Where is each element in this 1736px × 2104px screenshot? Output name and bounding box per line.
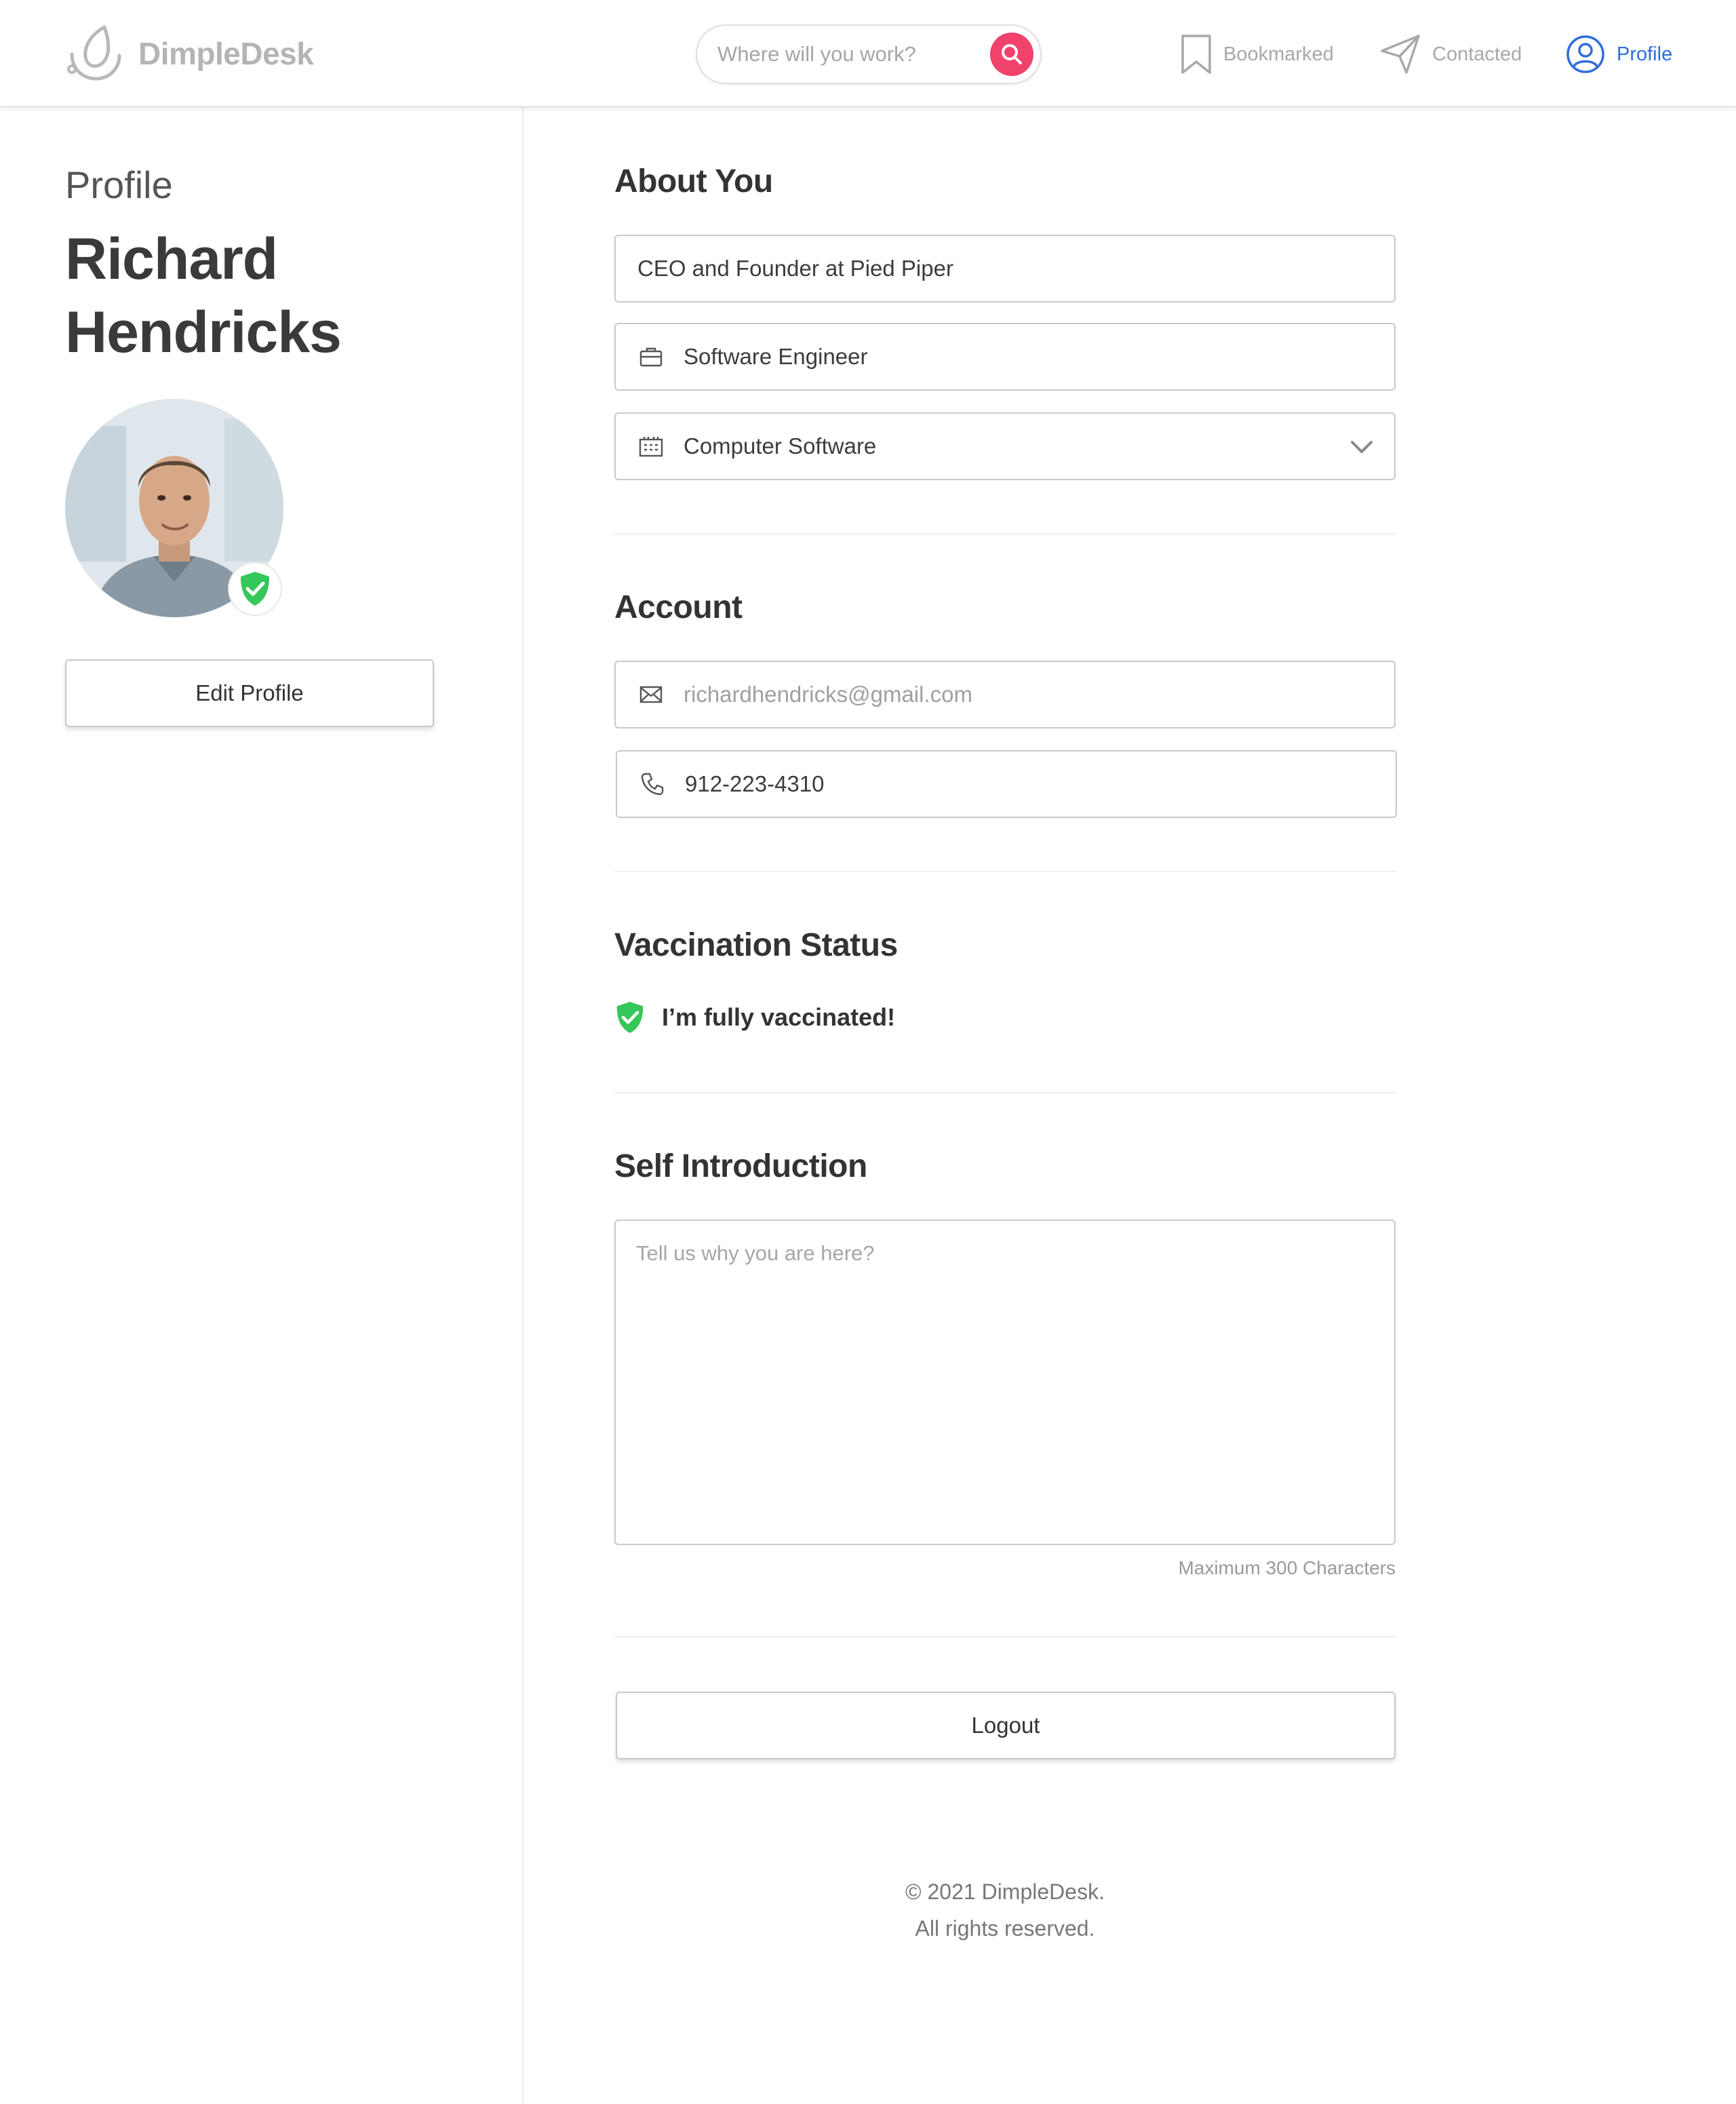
mail-icon xyxy=(637,681,665,708)
logout-button[interactable]: Logout xyxy=(616,1692,1396,1759)
logo-icon xyxy=(67,25,121,81)
nav-profile[interactable]: Profile xyxy=(1565,30,1672,79)
chevron-down-icon xyxy=(1351,441,1373,453)
shield-check-icon xyxy=(241,572,269,606)
nav-contacted-label: Contacted xyxy=(1432,43,1522,65)
send-icon xyxy=(1381,35,1420,74)
section-divider xyxy=(614,533,1396,534)
section-divider xyxy=(614,1092,1396,1093)
brand-name: DimpleDesk xyxy=(138,36,314,71)
top-navbar: DimpleDesk Bookmarked Contacted Profile xyxy=(0,0,1736,107)
about-section-title: About You xyxy=(614,163,773,199)
page-title: Profile xyxy=(65,163,173,206)
search-icon xyxy=(1002,44,1022,64)
vaccination-status-text: I’m fully vaccinated! xyxy=(662,1003,896,1031)
job-title-field[interactable]: Software Engineer xyxy=(614,323,1396,391)
bookmark-icon xyxy=(1181,35,1211,74)
phone-icon xyxy=(639,771,666,798)
email-value: richardhendricks@gmail.com xyxy=(684,682,972,707)
phone-value: 912-223-4310 xyxy=(685,771,825,796)
industry-select[interactable]: Computer Software xyxy=(614,412,1396,480)
search-button[interactable] xyxy=(990,33,1033,76)
vaccination-status: I’m fully vaccinated! xyxy=(614,1000,895,1035)
building-icon xyxy=(637,433,665,460)
brand[interactable]: DimpleDesk xyxy=(65,24,314,83)
headline-field[interactable]: CEO and Founder at Pied Piper xyxy=(614,235,1396,303)
user-name: Richard Hendricks xyxy=(65,227,342,365)
intro-section-title: Self Introduction xyxy=(614,1148,867,1184)
nav-bookmarked-label: Bookmarked xyxy=(1223,43,1334,65)
footer: © 2021 DimpleDesk. All rights reserved. xyxy=(614,1873,1396,1947)
briefcase-icon xyxy=(637,343,665,370)
section-divider xyxy=(614,871,1396,872)
shield-check-icon xyxy=(616,1002,644,1033)
search-input[interactable] xyxy=(717,26,975,83)
section-divider xyxy=(614,1636,1396,1637)
vaccination-section-title: Vaccination Status xyxy=(614,927,898,963)
footer-copyright: © 2021 DimpleDesk. xyxy=(905,1879,1105,1904)
nav-bookmarked[interactable]: Bookmarked xyxy=(1180,30,1334,79)
job-title-value: Software Engineer xyxy=(684,344,868,369)
character-limit-hint: Maximum 300 Characters xyxy=(1178,1557,1396,1578)
nav-contacted[interactable]: Contacted xyxy=(1379,30,1522,79)
search-bar xyxy=(696,24,1042,84)
account-section-title: Account xyxy=(614,589,743,625)
email-field[interactable]: richardhendricks@gmail.com xyxy=(614,661,1396,728)
user-icon xyxy=(1566,35,1604,73)
verified-badge xyxy=(228,562,282,616)
industry-value: Computer Software xyxy=(684,433,877,459)
footer-rights: All rights reserved. xyxy=(915,1916,1095,1941)
self-introduction-textarea[interactable] xyxy=(614,1220,1396,1545)
phone-field[interactable]: 912-223-4310 xyxy=(616,750,1397,818)
edit-profile-button[interactable]: Edit Profile xyxy=(65,659,434,727)
nav-profile-label: Profile xyxy=(1617,43,1673,65)
headline-value: CEO and Founder at Pied Piper xyxy=(637,256,953,281)
sidebar-divider xyxy=(522,107,524,2104)
